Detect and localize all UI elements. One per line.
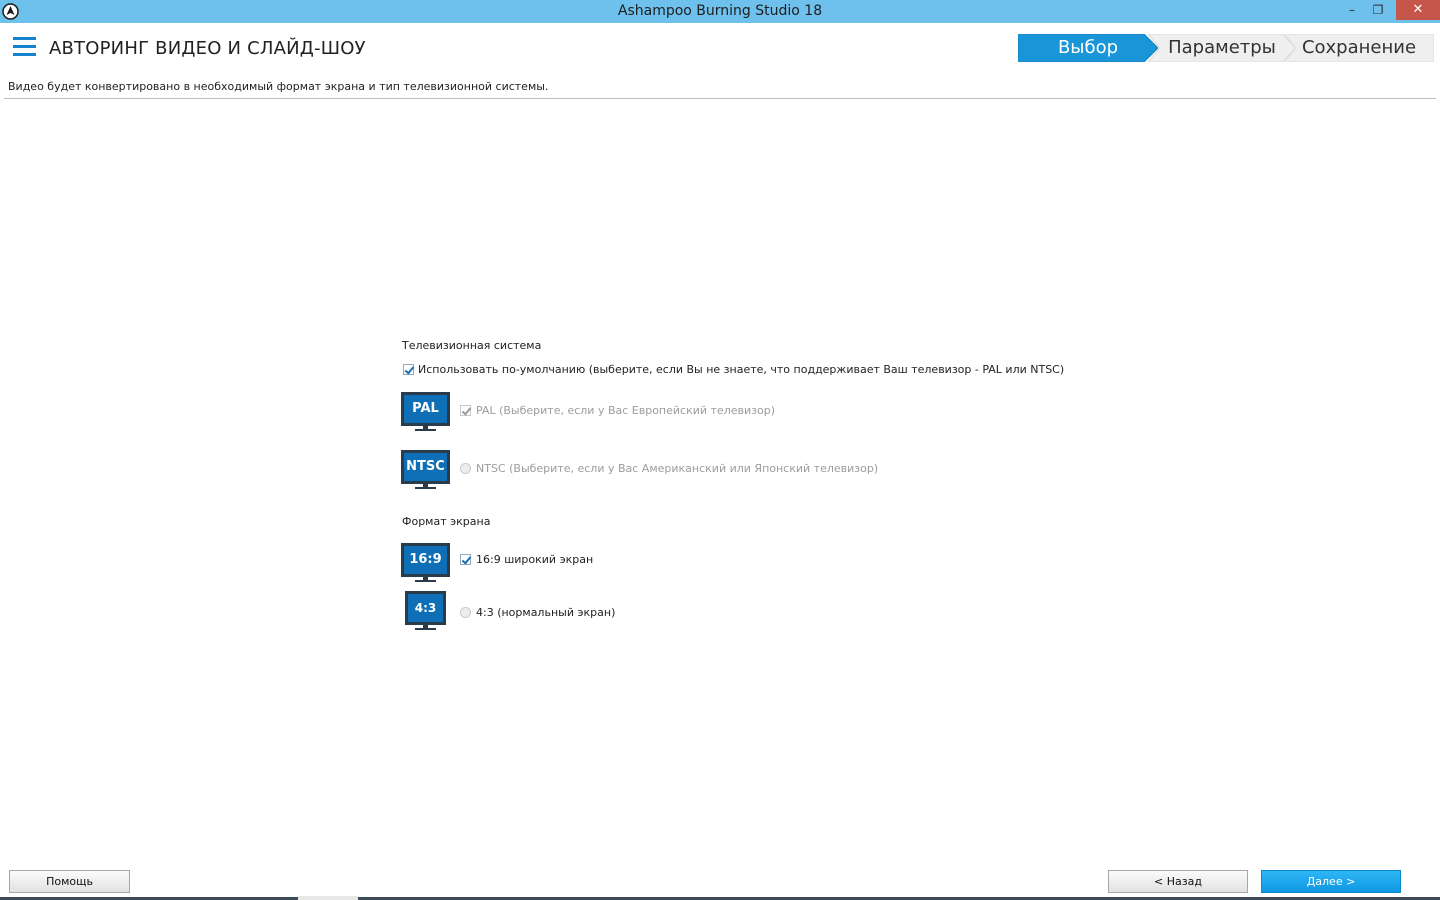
pal-label: PAL (Выберите, если у Вас Европейский те… xyxy=(476,404,775,417)
widescreen-option[interactable]: 16:9 широкий экран xyxy=(402,553,662,567)
ntsc-radio[interactable] xyxy=(460,463,471,474)
divider xyxy=(4,98,1436,99)
use-default-label: Использовать по-умолчанию (выберите, есл… xyxy=(418,363,1065,376)
page-title: АВТОРИНГ ВИДЕО И СЛАЙД-ШОУ xyxy=(49,38,366,59)
minimize-button[interactable]: – xyxy=(1339,0,1365,20)
next-button[interactable]: Далее > xyxy=(1261,870,1401,893)
window-title: Ashampoo Burning Studio 18 xyxy=(617,3,823,19)
pal-option[interactable]: PAL (Выберите, если у Вас Европейский те… xyxy=(402,404,802,418)
step-parameters[interactable]: Параметры xyxy=(1148,34,1296,62)
normal-screen-label: 4:3 (нормальный экран) xyxy=(476,606,616,619)
wizard-steps: Выбор Параметры Сохранение xyxy=(1018,34,1434,62)
normal-screen-radio[interactable] xyxy=(460,607,471,618)
taskbar-item xyxy=(298,896,358,900)
widescreen-label: 16:9 широкий экран xyxy=(476,553,594,566)
page-header: АВТОРИНГ ВИДЕО И СЛАЙД-ШОУ Выбор Парамет… xyxy=(0,23,1440,75)
close-button[interactable]: ✕ xyxy=(1396,0,1440,20)
use-default-checkbox[interactable] xyxy=(403,364,414,375)
pal-checkbox[interactable] xyxy=(460,405,471,416)
hamburger-icon[interactable] xyxy=(13,37,36,57)
step-parameters-label: Параметры xyxy=(1168,37,1276,58)
hint-text: Видео будет конвертировано в необходимый… xyxy=(8,80,549,93)
tv-system-label: Телевизионная система xyxy=(402,339,542,352)
step-select-label: Выбор xyxy=(1057,37,1119,58)
screen-format-label: Формат экрана xyxy=(402,515,491,528)
maximize-button[interactable]: ❐ xyxy=(1365,0,1391,20)
widescreen-checkbox[interactable] xyxy=(460,554,471,565)
ntsc-option[interactable]: NTSC (Выберите, если у Вас Американский … xyxy=(402,462,882,476)
ntsc-label: NTSC (Выберите, если у Вас Американский … xyxy=(476,462,879,475)
step-save-label: Сохранение xyxy=(1301,37,1417,58)
step-select[interactable]: Выбор xyxy=(1018,34,1158,62)
title-bar: Ashampoo Burning Studio 18 – ❐ ✕ xyxy=(0,0,1440,23)
use-default-option[interactable]: Использовать по-умолчанию (выберите, есл… xyxy=(402,363,1102,377)
help-button[interactable]: Помощь xyxy=(9,870,130,893)
back-button[interactable]: < Назад xyxy=(1108,870,1248,893)
normal-screen-option[interactable]: 4:3 (нормальный экран) xyxy=(402,606,662,620)
step-save[interactable]: Сохранение xyxy=(1284,34,1434,62)
